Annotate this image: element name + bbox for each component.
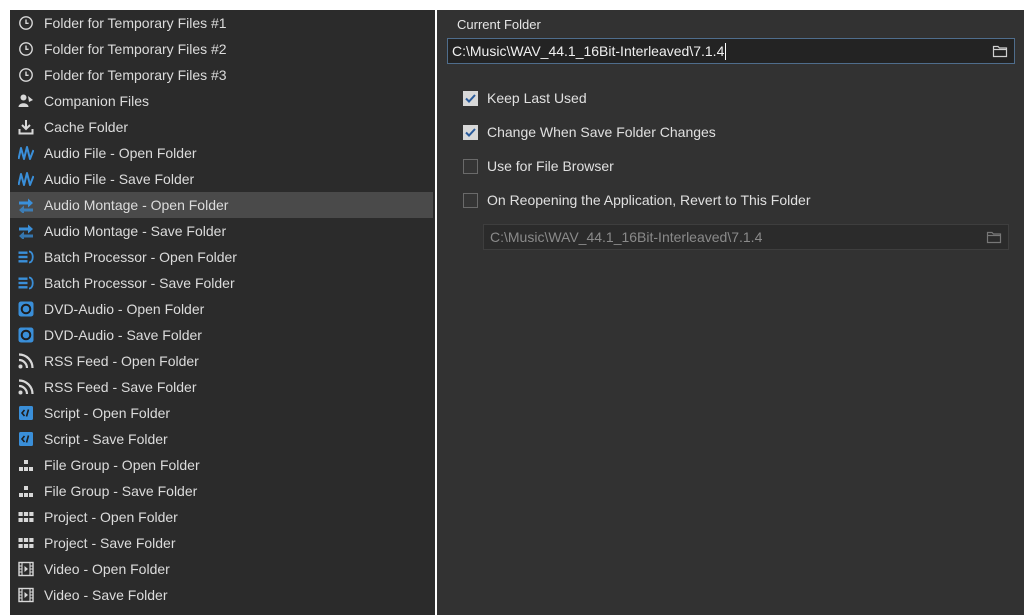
- folder-list-item-label: Batch Processor - Open Folder: [44, 249, 237, 265]
- folder-list-item-label: Companion Files: [44, 93, 150, 109]
- rss-icon: [18, 379, 34, 395]
- clock-icon: [18, 15, 34, 31]
- folder-list-item-label: Audio Montage - Open Folder: [44, 197, 229, 213]
- folder-list-item-label: Folder for Temporary Files #2: [44, 41, 227, 57]
- folder-list-item[interactable]: File Group - Open Folder: [10, 452, 433, 478]
- folder-list-item[interactable]: Audio File - Save Folder: [10, 166, 433, 192]
- folder-list-item[interactable]: Companion Files: [10, 88, 433, 114]
- use-for-file-browser-checkbox[interactable]: [463, 158, 478, 174]
- folder-list-item-label: Folder for Temporary Files #1: [44, 15, 227, 31]
- file-group-icon: [18, 483, 34, 499]
- folder-list-item[interactable]: Folder for Temporary Files #2: [10, 36, 433, 62]
- folder-list-item-label: File Group - Open Folder: [44, 457, 200, 473]
- rss-icon: [18, 353, 34, 369]
- montage-icon: [18, 223, 34, 239]
- revert-on-reopen-option[interactable]: On Reopening the Application, Revert to …: [463, 192, 810, 208]
- project-icon: [18, 535, 34, 551]
- waveform-icon: [18, 171, 34, 187]
- keep-last-used-option[interactable]: Keep Last Used: [463, 90, 587, 106]
- folder-list-item[interactable]: DVD-Audio - Open Folder: [10, 296, 433, 322]
- project-icon: [18, 509, 34, 525]
- text-cursor: [725, 43, 726, 60]
- keep-last-used-checkbox[interactable]: [463, 90, 478, 106]
- folder-list-item[interactable]: Cache Folder: [10, 114, 433, 140]
- folder-list-item[interactable]: Project - Open Folder: [10, 504, 433, 530]
- current-folder-input[interactable]: C:\Music\WAV_44.1_16Bit-Interleaved\7.1.…: [452, 43, 724, 59]
- montage-icon: [18, 197, 34, 213]
- folder-list-item[interactable]: RSS Feed - Save Folder: [10, 374, 433, 400]
- folder-list-item-label: Cache Folder: [44, 119, 129, 135]
- change-with-save-folder-option[interactable]: Change When Save Folder Changes: [463, 124, 716, 140]
- revert-on-reopen-checkbox[interactable]: [463, 192, 478, 208]
- video-icon: [18, 587, 34, 603]
- waveform-icon: [18, 145, 34, 161]
- file-group-icon: [18, 457, 34, 473]
- folder-list-item[interactable]: Audio File - Open Folder: [10, 140, 433, 166]
- current-folder-field[interactable]: C:\Music\WAV_44.1_16Bit-Interleaved\7.1.…: [447, 38, 1015, 64]
- folder-list-item[interactable]: Script - Save Folder: [10, 426, 433, 452]
- keep-last-used-label: Keep Last Used: [487, 90, 587, 106]
- folder-list-item[interactable]: Video - Open Folder: [10, 556, 433, 582]
- folder-list-item-label: RSS Feed - Save Folder: [44, 379, 197, 395]
- folder-list-item-label: Video - Save Folder: [44, 587, 168, 603]
- revert-folder-field: C:\Music\WAV_44.1_16Bit-Interleaved\7.1.…: [483, 224, 1009, 250]
- use-for-file-browser-label: Use for File Browser: [487, 158, 614, 174]
- folder-settings-panel: Current Folder C:\Music\WAV_44.1_16Bit-I…: [437, 10, 1024, 615]
- folder-list-item[interactable]: Folder for Temporary Files #1: [10, 10, 433, 36]
- browse-folder-disabled-icon: [986, 230, 1002, 244]
- folder-list-item-label: Video - Open Folder: [44, 561, 170, 577]
- clock-icon: [18, 67, 34, 83]
- revert-folder-input: C:\Music\WAV_44.1_16Bit-Interleaved\7.1.…: [490, 229, 763, 245]
- checkmark-icon: [465, 93, 476, 103]
- folder-list-item[interactable]: Batch Processor - Open Folder: [10, 244, 433, 270]
- folder-list-item-label: Audio File - Save Folder: [44, 171, 195, 187]
- folder-list-item-label: Audio File - Open Folder: [44, 145, 197, 161]
- folder-list-item[interactable]: RSS Feed - Open Folder: [10, 348, 433, 374]
- companion-icon: [18, 93, 34, 109]
- folder-list-item-label: Batch Processor - Save Folder: [44, 275, 235, 291]
- folder-list-item-label: DVD-Audio - Open Folder: [44, 301, 205, 317]
- clock-icon: [18, 41, 34, 57]
- revert-on-reopen-label: On Reopening the Application, Revert to …: [487, 192, 811, 208]
- folder-list-item-label: Project - Open Folder: [44, 509, 178, 525]
- current-folder-label: Current Folder: [457, 17, 541, 32]
- change-with-save-folder-label: Change When Save Folder Changes: [487, 124, 716, 140]
- dvd-icon: [18, 327, 34, 343]
- folder-list-item-label: File Group - Save Folder: [44, 483, 198, 499]
- download-icon: [18, 119, 34, 135]
- browse-folder-icon[interactable]: [992, 44, 1008, 58]
- folder-list-item[interactable]: File Group - Save Folder: [10, 478, 433, 504]
- folder-list-item[interactable]: Audio Montage - Save Folder: [10, 218, 433, 244]
- use-for-file-browser-option[interactable]: Use for File Browser: [463, 158, 614, 174]
- folder-list-item-label: Project - Save Folder: [44, 535, 176, 551]
- folder-list-item-label: DVD-Audio - Save Folder: [44, 327, 202, 343]
- folder-list-item[interactable]: Video - Save Folder: [10, 582, 433, 608]
- folder-list-item[interactable]: Batch Processor - Save Folder: [10, 270, 433, 296]
- folder-list-item[interactable]: Folder for Temporary Files #3: [10, 62, 433, 88]
- folder-list: Folder for Temporary Files #1 Folder for …: [10, 10, 435, 615]
- folder-list-item-label: Audio Montage - Save Folder: [44, 223, 227, 239]
- dvd-icon: [18, 301, 34, 317]
- script-icon: [18, 405, 34, 421]
- folder-list-item[interactable]: DVD-Audio - Save Folder: [10, 322, 433, 348]
- batch-icon: [18, 275, 34, 291]
- script-icon: [18, 431, 34, 447]
- checkmark-icon: [465, 127, 476, 137]
- folder-list-item-label: Script - Open Folder: [44, 405, 171, 421]
- folder-list-item[interactable]: Project - Save Folder: [10, 530, 433, 556]
- folder-list-item-label: Folder for Temporary Files #3: [44, 67, 227, 83]
- change-with-save-folder-checkbox[interactable]: [463, 124, 478, 140]
- folder-list-item[interactable]: Script - Open Folder: [10, 400, 433, 426]
- folder-list-item-label: RSS Feed - Open Folder: [44, 353, 199, 369]
- folder-list-item-label: Script - Save Folder: [44, 431, 168, 447]
- batch-icon: [18, 249, 34, 265]
- folder-list-item[interactable]: Audio Montage - Open Folder: [10, 192, 433, 218]
- video-icon: [18, 561, 34, 577]
